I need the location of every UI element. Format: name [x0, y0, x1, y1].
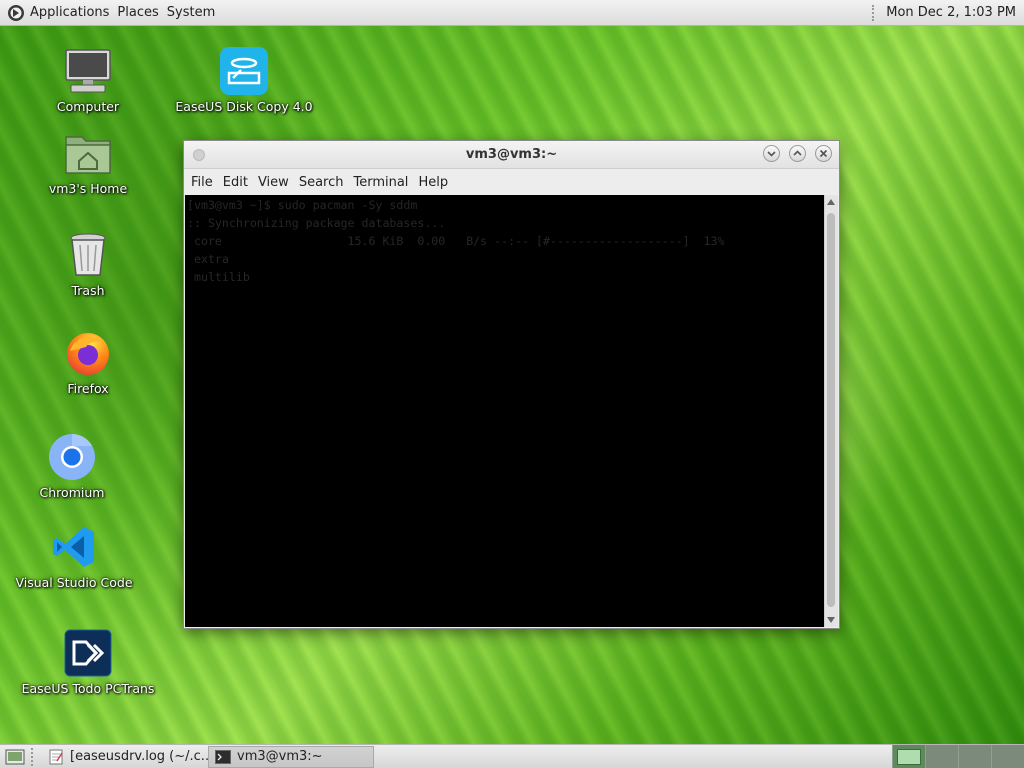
easeus-todo-pctrans-icon	[63, 628, 113, 678]
chromium-icon	[47, 432, 97, 482]
text-editor-icon	[48, 749, 64, 765]
taskbar-item-editor[interactable]: [easeusdrv.log (~/.c...	[42, 746, 208, 768]
workspace-4[interactable]	[991, 745, 1024, 768]
desktop-icon-label: EaseUS Todo PCTrans	[21, 681, 155, 696]
workspace-3[interactable]	[958, 745, 991, 768]
terminal-output[interactable]: [vm3@vm3 ~]$ sudo pacman -Sy sddm :: Syn…	[185, 195, 824, 627]
terminal-window[interactable]: vm3@vm3:~ File Edit View Search Terminal…	[183, 140, 840, 629]
menu-view[interactable]: View	[253, 175, 294, 190]
desktop-icon-vscode[interactable]: Visual Studio Code	[9, 522, 139, 590]
window-controls	[763, 145, 832, 162]
scroll-down-icon[interactable]	[827, 617, 835, 623]
easeus-disk-copy-icon	[219, 46, 269, 96]
vscode-icon	[49, 522, 99, 572]
taskbar-item-label: vm3@vm3:~	[237, 749, 323, 764]
workspace-window-preview	[897, 748, 921, 765]
clock[interactable]: Mon Dec 2, 1:03 PM	[886, 5, 1016, 20]
menu-help[interactable]: Help	[413, 175, 453, 190]
terminal-line: extra	[187, 252, 229, 266]
menu-terminal[interactable]: Terminal	[348, 175, 413, 190]
distro-logo-icon[interactable]	[6, 3, 26, 23]
desktop-icon-easeus-todo-pctrans[interactable]: EaseUS Todo PCTrans	[21, 628, 155, 696]
top-panel: Applications Places System Mon Dec 2, 1:…	[0, 0, 1024, 26]
desktop-icon-firefox[interactable]: Firefox	[23, 328, 153, 396]
desktop-icon-label: EaseUS Disk Copy 4.0	[175, 99, 313, 114]
terminal-line: multilib	[187, 270, 250, 284]
maximize-button[interactable]	[789, 145, 806, 162]
trash-icon	[63, 230, 113, 280]
firefox-icon	[63, 328, 113, 378]
scrollbar-thumb[interactable]	[827, 213, 835, 607]
terminal-line: :: Synchronizing package databases...	[187, 216, 446, 230]
chevron-up-icon	[793, 150, 802, 156]
terminal-scrollbar[interactable]	[824, 195, 838, 627]
desktop-icon-label: Firefox	[67, 381, 109, 396]
menu-search[interactable]: Search	[294, 175, 349, 190]
menu-file[interactable]: File	[186, 175, 218, 190]
tray: Mon Dec 2, 1:03 PM	[872, 4, 1024, 21]
taskbar-item-label: [easeusdrv.log (~/.c...	[70, 749, 208, 764]
bottom-panel: [easeusdrv.log (~/.c... vm3@vm3:~	[0, 744, 1024, 768]
close-button[interactable]	[815, 145, 832, 162]
desktop-icon-home[interactable]: vm3's Home	[23, 128, 153, 196]
desktop-icon-easeus-disk-copy[interactable]: EaseUS Disk Copy 4.0	[175, 46, 313, 114]
terminal-line: core 15.6 KiB 0.00 B/s --:-- [#---------…	[187, 234, 725, 248]
desktop-icon-label: Chromium	[39, 485, 105, 500]
terminal-icon	[215, 749, 231, 764]
show-desktop-icon	[5, 749, 25, 764]
window-title: vm3@vm3:~	[465, 147, 558, 162]
workspace-switcher	[892, 745, 1024, 768]
scroll-up-icon[interactable]	[827, 199, 835, 205]
menu-edit[interactable]: Edit	[218, 175, 253, 190]
desktop-icon-label: vm3's Home	[48, 181, 128, 196]
computer-icon	[63, 46, 113, 96]
workspace-1[interactable]	[892, 745, 925, 768]
chevron-down-icon	[767, 151, 776, 157]
desktop-icon-label: Visual Studio Code	[15, 575, 133, 590]
desktop-icon-label: Trash	[71, 283, 105, 298]
desktop-icon-computer[interactable]: Computer	[23, 46, 153, 114]
applications-menu[interactable]: Applications	[26, 5, 113, 20]
terminal-line: [vm3@vm3 ~]$ sudo pacman -Sy sddm	[187, 198, 418, 212]
window-menu-icon[interactable]	[193, 149, 205, 161]
desktop-icon-label: Computer	[56, 99, 120, 114]
window-titlebar[interactable]: vm3@vm3:~	[184, 141, 839, 169]
system-menu[interactable]: System	[163, 5, 219, 20]
taskbar-item-terminal[interactable]: vm3@vm3:~	[208, 745, 374, 768]
workspace-2[interactable]	[925, 745, 958, 768]
minimize-button[interactable]	[763, 145, 780, 162]
desktop-icon-trash[interactable]: Trash	[23, 230, 153, 298]
close-icon	[819, 149, 828, 158]
terminal-menubar: File Edit View Search Terminal Help	[184, 169, 839, 195]
places-menu[interactable]: Places	[113, 5, 162, 20]
panel-separator	[31, 747, 36, 766]
panel-separator	[872, 4, 878, 21]
home-folder-icon	[63, 128, 113, 178]
desktop-icon-chromium[interactable]: Chromium	[7, 432, 137, 500]
show-desktop-button[interactable]	[3, 747, 27, 767]
